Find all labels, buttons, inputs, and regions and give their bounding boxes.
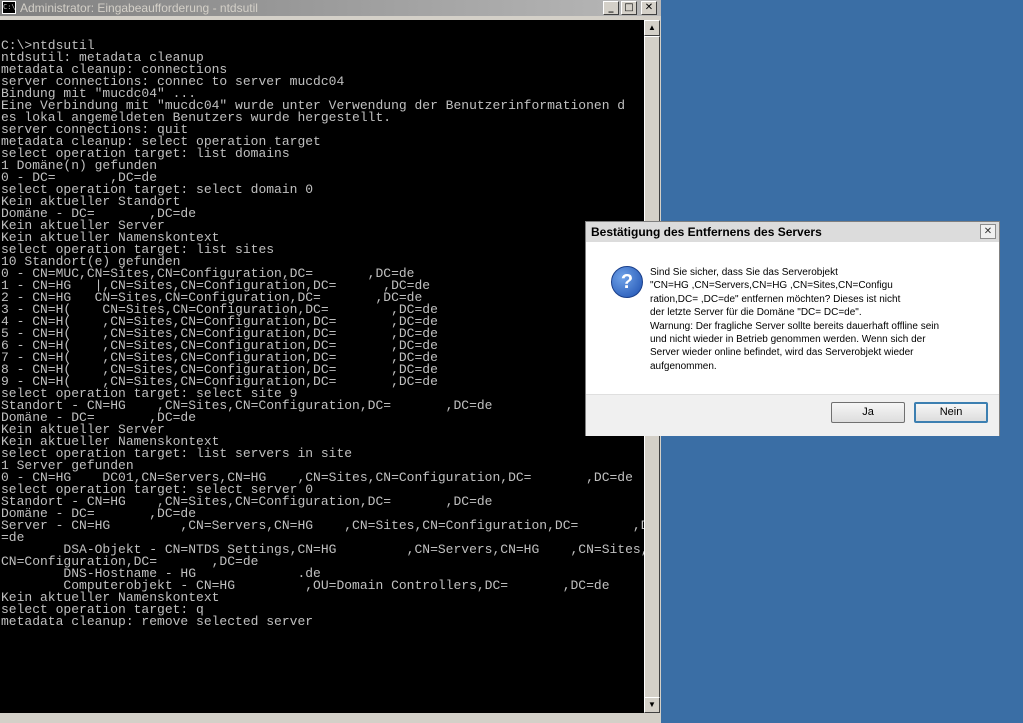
dialog-message-line: Sind Sie sicher, dass Sie das Serverobje… [650,267,838,278]
confirm-remove-server-dialog: Bestätigung des Entfernens des Servers ✕… [585,221,1000,436]
console-app-icon: C:\ [2,1,16,14]
scroll-down-arrow-icon[interactable]: ▼ [644,697,660,713]
scroll-up-arrow-icon[interactable]: ▲ [644,20,660,36]
no-button[interactable]: Nein [914,402,988,423]
console-titlebar[interactable]: C:\ Administrator: Eingabeaufforderung -… [0,0,661,16]
dialog-message-line: Warnung: Der fragliche Server sollte ber… [650,320,940,332]
close-button[interactable]: ✕ [641,1,657,15]
question-icon: ? [611,266,643,298]
console-title: Administrator: Eingabeaufforderung - ntd… [20,1,258,15]
minimize-button[interactable]: _ [603,1,619,15]
console-line: metadata cleanup: remove selected server [1,614,314,629]
dialog-close-button[interactable]: ✕ [980,224,996,239]
dialog-message-line: der letzte Server für die Domäne "DC= DC… [650,307,862,319]
yes-button[interactable]: Ja [831,402,905,423]
dialog-message-line: aufgenommen. [650,360,717,372]
dialog-body: ? Sind Sie sicher, dass Sie das Serverob… [586,242,999,394]
console-line: Server - CN=HG ,CN=Servers,CN=HG ,CN=Sit… [1,518,644,533]
console-window: C:\ Administrator: Eingabeaufforderung -… [0,0,661,723]
console-text: C:\>ntdsutil ntdsutil: metadata cleanup me… [0,20,644,628]
dialog-titlebar[interactable]: Bestätigung des Entfernens des Servers ✕ [586,222,999,242]
console-output[interactable]: C:\>ntdsutil ntdsutil: metadata cleanup me… [0,20,644,713]
dialog-message-line: und nicht wieder in Betrieb genommen wer… [650,334,926,346]
dialog-message-line: Server wieder online befindet, wird das … [650,347,914,359]
dialog-message-line: "CN=HG ,CN=Servers,CN=HG ,CN=Sites,CN=Co… [650,280,893,292]
dialog-title: Bestätigung des Entfernens des Servers [591,225,822,239]
maximize-button[interactable]: □ [621,1,637,15]
dialog-message: Sind Sie sicher, dass Sie das Serverobje… [650,266,980,373]
dialog-message-line: ration,DC= ,DC=de" entfernen möchten? Di… [650,293,901,305]
